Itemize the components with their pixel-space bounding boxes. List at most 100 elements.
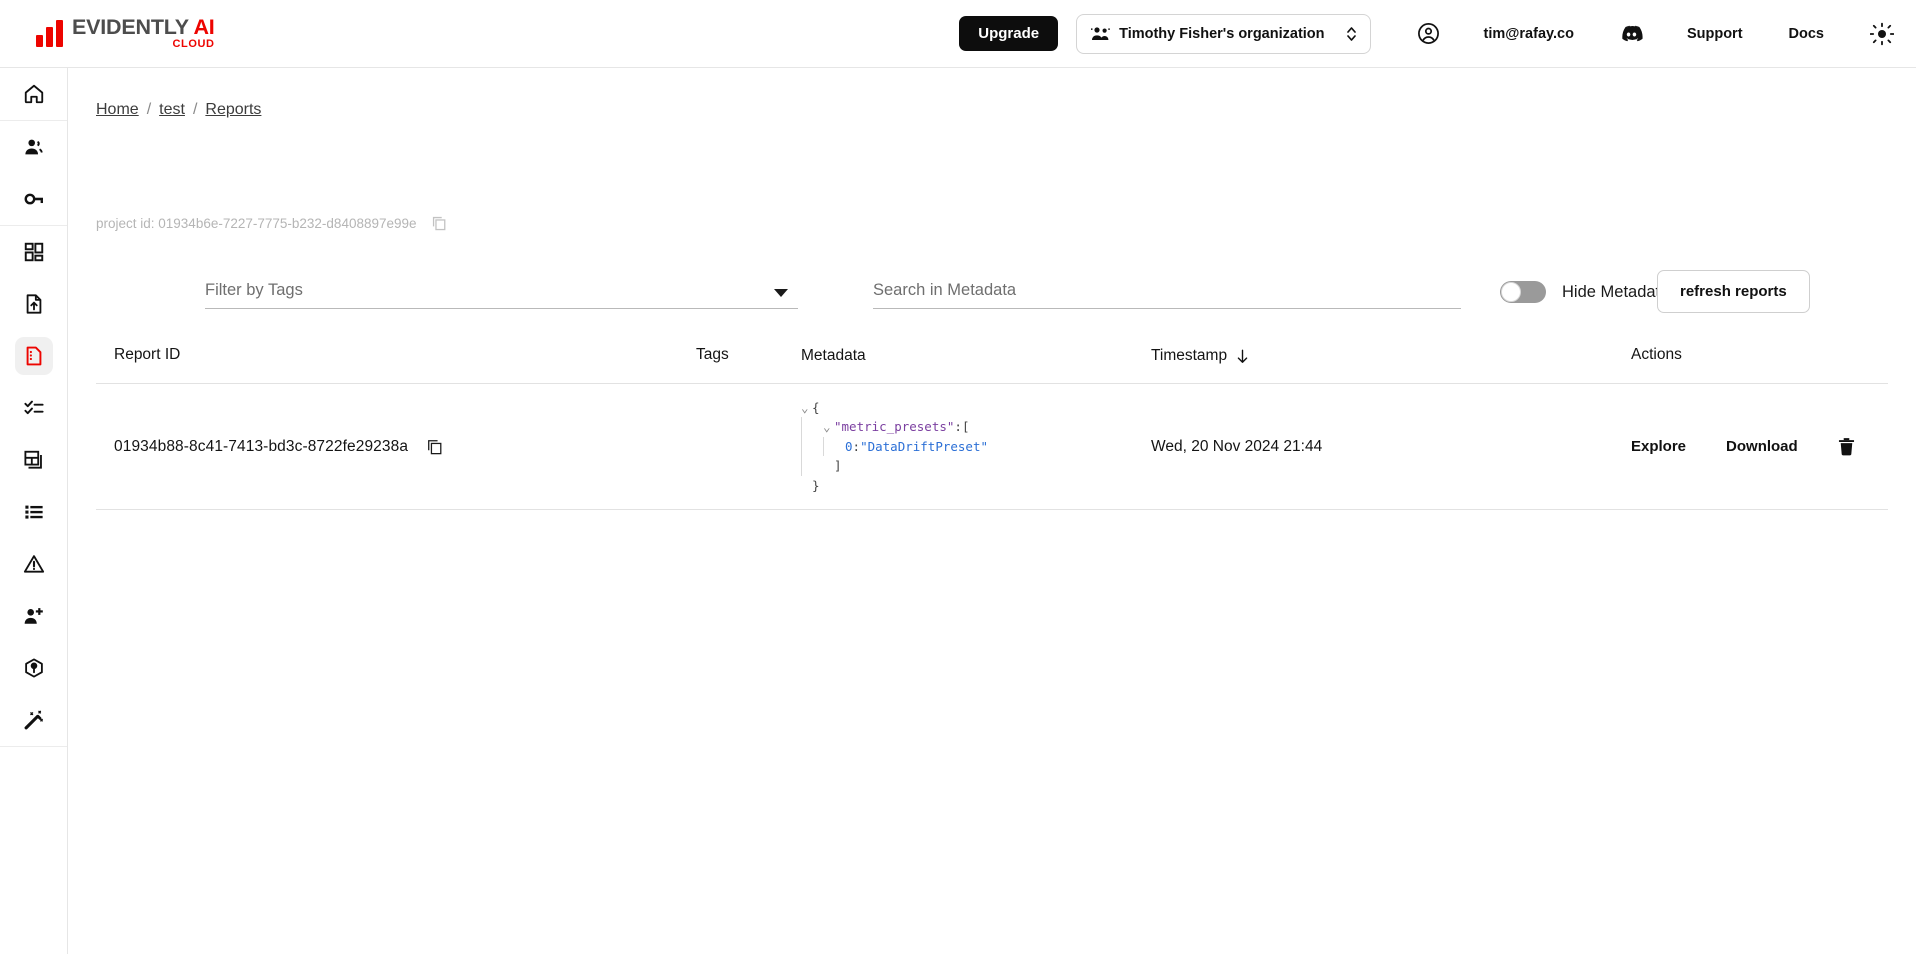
cell-report-id: 01934b88-8c41-7413-bd3c-8722fe29238a [96,438,696,456]
users-icon [15,128,53,166]
table-row: 01934b88-8c41-7413-bd3c-8722fe29238a ⌄{ … [96,384,1888,510]
brand-logo[interactable]: EVIDENTLY AI CLOUD [36,14,215,51]
reports-toolbar: Hide Metadata refresh reports [68,270,1916,326]
project-id: project id: 01934b6e-7227-7775-b232-d840… [96,215,447,231]
chevron-down-icon[interactable] [774,289,788,297]
checklist-icon [15,389,53,427]
user-circle-icon [1417,22,1440,45]
people-icon [1091,26,1110,41]
cube-icon [15,649,53,687]
json-line: ⌄{ [801,398,1151,418]
json-guide [823,436,834,457]
download-button[interactable]: Download [1726,438,1798,455]
list-icon [15,493,53,531]
json-value: "DataDriftPreset" [860,438,988,454]
key-icon [15,180,53,218]
json-line: 0: "DataDriftPreset" [801,436,1151,457]
report-file-icon [15,337,53,375]
sun-icon [1870,22,1894,46]
logo-name: EVIDENTLY [72,14,189,39]
hide-metadata-toggle[interactable]: Hide Metadata [1500,281,1669,303]
json-guide [801,456,812,476]
column-header-timestamp[interactable]: Timestamp [1151,346,1631,365]
docs-label: Docs [1788,25,1824,42]
search-metadata-input[interactable] [873,281,1461,309]
column-header-timestamp-label: Timestamp [1151,347,1228,364]
copy-icon[interactable] [426,438,443,455]
json-key: "metric_presets" [834,419,955,435]
column-header-tags: Tags [696,346,729,363]
sidebar-item-snapshots[interactable] [0,434,68,486]
chevron-down-icon[interactable]: ⌄ [823,417,834,437]
sidebar-item-models[interactable] [0,642,68,694]
logo-bars-icon [36,19,63,47]
sidebar-item-api-keys[interactable] [0,173,68,225]
arrow-down-icon [1236,349,1249,364]
chevron-down-icon[interactable]: ⌄ [801,398,812,418]
organization-selector[interactable]: Timothy Fisher's organization [1076,13,1371,54]
json-line: } [801,476,1151,496]
json-brace-open: { [812,399,820,415]
hide-metadata-label: Hide Metadata [1562,282,1670,301]
filter-by-tags-input[interactable] [205,281,798,309]
toggle-track[interactable] [1500,281,1546,303]
main-content: Home / test / Reports project id: 01934b… [68,68,1916,954]
docs-link[interactable]: Docs [1789,26,1824,42]
sidebar [0,68,68,954]
copy-icon[interactable] [431,215,447,231]
chevron-updown-icon [1346,25,1357,43]
column-header-metadata: Metadata [801,347,866,364]
json-guide [801,417,812,437]
user-plus-icon [15,597,53,635]
panels-icon [15,441,53,479]
sidebar-group-main [0,68,67,121]
magic-wand-icon [15,701,53,739]
sidebar-item-invite[interactable] [0,590,68,642]
json-bracket-open: [ [961,419,970,435]
sidebar-item-reports[interactable] [0,330,68,382]
cell-metadata: ⌄{ ⌄ "metric_presets":[ 0: "DataDriftPrese… [801,398,1151,496]
breadcrumb-home[interactable]: Home [96,101,139,119]
json-brace-close: } [812,477,820,493]
sidebar-item-alerts[interactable] [0,538,68,590]
json-line: ] [801,456,1151,476]
trash-icon[interactable] [1838,437,1855,456]
breadcrumb-project[interactable]: test [159,101,185,119]
json-guide [801,436,812,457]
sidebar-item-team[interactable] [0,121,68,173]
theme-toggle-button[interactable] [1870,22,1894,46]
cell-timestamp: Wed, 20 Nov 2024 21:44 [1151,437,1323,455]
account-menu[interactable]: tim@rafay.co [1417,22,1574,45]
project-id-label: project id: 01934b6e-7227-7775-b232-d840… [96,215,417,231]
sidebar-item-datasets[interactable] [0,486,68,538]
user-email: tim@rafay.co [1483,25,1574,42]
sidebar-item-upload[interactable] [0,278,68,330]
table-header-row: Report ID Tags Metadata Timestamp Action… [96,346,1888,384]
json-index: 0 [845,438,853,454]
reports-table: Report ID Tags Metadata Timestamp Action… [96,346,1888,510]
toggle-knob [1501,282,1521,302]
breadcrumb-separator: / [146,101,152,118]
refresh-reports-button[interactable]: refresh reports [1657,270,1810,313]
file-upload-icon [15,285,53,323]
sidebar-item-test-suites[interactable] [0,382,68,434]
json-colon: : [852,438,861,454]
json-line: ⌄ "metric_presets":[ [801,417,1151,437]
explore-button[interactable]: Explore [1631,438,1686,455]
sidebar-item-home[interactable] [0,68,68,120]
json-bracket-close: ] [834,458,842,474]
column-header-report-id: Report ID [114,346,181,363]
json-viewer: ⌄{ ⌄ "metric_presets":[ 0: "DataDriftPrese… [801,398,1151,496]
discord-icon [1620,25,1643,43]
json-colon: : [954,419,962,435]
breadcrumb-reports[interactable]: Reports [205,101,261,119]
sidebar-item-dashboards[interactable] [0,226,68,278]
top-bar: EVIDENTLY AI CLOUD Upgrade Timothy Fishe… [0,0,1916,68]
warning-triangle-icon [15,545,53,583]
cell-actions: Explore Download [1631,437,1854,456]
support-link[interactable]: Support [1620,25,1743,43]
upgrade-button[interactable]: Upgrade [959,16,1059,51]
sidebar-item-magic[interactable] [0,694,68,746]
column-header-actions: Actions [1631,346,1682,363]
support-label: Support [1686,25,1743,42]
